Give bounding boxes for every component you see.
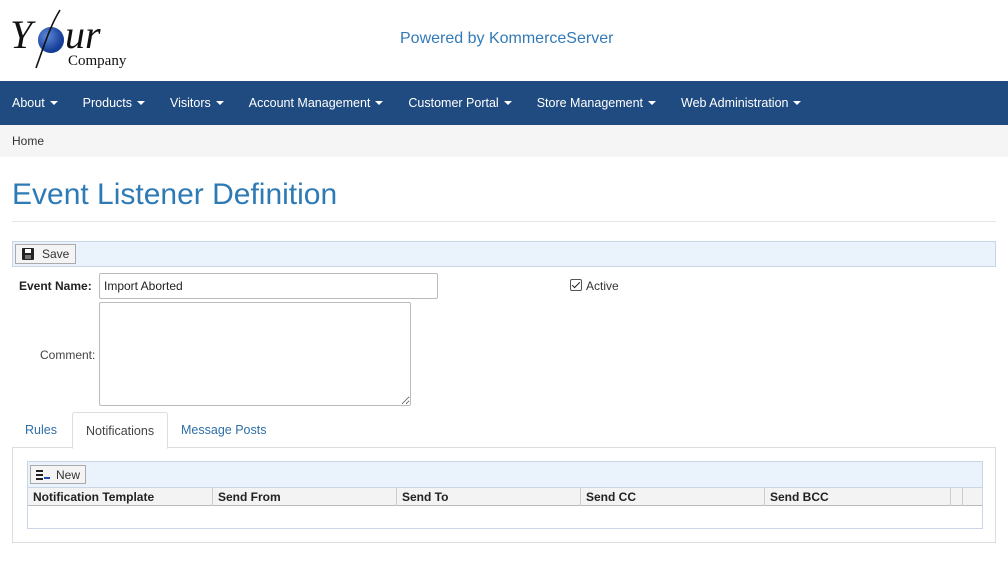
new-button[interactable]: New [30, 465, 87, 484]
breadcrumb: Home [0, 125, 1008, 157]
nav-store-management[interactable]: Store Management [525, 81, 668, 125]
main-navbar: About Products Visitors Account Manageme… [0, 81, 1008, 125]
column-notification-template[interactable]: Notification Template [28, 488, 213, 506]
title-divider [12, 221, 996, 222]
tab-message-posts[interactable]: Message Posts [168, 412, 279, 448]
nav-label: Account Management [248, 96, 371, 110]
nav-label: Products [82, 96, 133, 110]
event-name-input[interactable] [99, 273, 438, 299]
nav-label: Visitors [170, 96, 211, 110]
save-button-label: Save [42, 247, 70, 261]
nav-label: Store Management [536, 96, 644, 110]
breadcrumb-home[interactable]: Home [12, 134, 44, 148]
column-send-to[interactable]: Send To [397, 488, 581, 506]
event-name-label: Event Name: [19, 279, 92, 293]
column-send-from[interactable]: Send From [213, 488, 397, 506]
grid-body [28, 506, 982, 528]
column-scroll-spacer [963, 488, 982, 506]
caret-down-icon [793, 101, 802, 105]
logo-text-ur: ur [65, 12, 101, 57]
caret-down-icon [648, 101, 657, 105]
caret-down-icon [503, 101, 512, 105]
nav-products[interactable]: Products [71, 81, 157, 125]
logo-company-text: Company [68, 53, 127, 69]
company-logo[interactable]: Y ur Company [10, 6, 140, 72]
page-title: Event Listener Definition [12, 178, 338, 211]
nav-customer-portal[interactable]: Customer Portal [396, 81, 523, 125]
save-button[interactable]: Save [15, 244, 77, 264]
nav-about[interactable]: About [0, 81, 70, 125]
new-item-icon [36, 469, 50, 481]
floppy-disk-icon [22, 248, 34, 260]
caret-down-icon [137, 101, 146, 105]
column-send-cc[interactable]: Send CC [581, 488, 765, 506]
nav-account-management[interactable]: Account Management [237, 81, 396, 125]
form-toolbar: Save [12, 241, 996, 267]
caret-down-icon [49, 101, 58, 105]
nav-label: Customer Portal [408, 96, 499, 110]
notifications-grid: New Notification Template Send From Send… [27, 461, 983, 529]
comment-textarea[interactable] [99, 302, 411, 406]
active-label: Active [586, 279, 619, 293]
new-button-label: New [56, 467, 81, 482]
powered-by-text: Powered by KommerceServer [400, 30, 614, 47]
active-checkbox[interactable] [570, 279, 582, 291]
grid-header-row: Notification Template Send From Send To … [28, 488, 982, 506]
grid-toolbar: New [28, 462, 982, 488]
comment-label: Comment: [40, 348, 96, 362]
tab-bar: Rules Notifications Message Posts [12, 412, 996, 449]
nav-visitors[interactable]: Visitors [158, 81, 236, 125]
nav-label: Web Administration [681, 96, 789, 110]
logo-text-y: Y [10, 12, 36, 57]
tab-rules[interactable]: Rules [12, 412, 70, 448]
caret-down-icon [215, 101, 224, 105]
site-header: Y ur Company Powered by KommerceServer [0, 0, 1008, 81]
nav-web-administration[interactable]: Web Administration [669, 81, 813, 125]
tab-notifications[interactable]: Notifications [72, 412, 169, 449]
notifications-panel: New Notification Template Send From Send… [12, 447, 996, 543]
nav-label: About [12, 96, 45, 110]
column-spacer [951, 488, 963, 506]
caret-down-icon [375, 101, 384, 105]
column-send-bcc[interactable]: Send BCC [765, 488, 951, 506]
